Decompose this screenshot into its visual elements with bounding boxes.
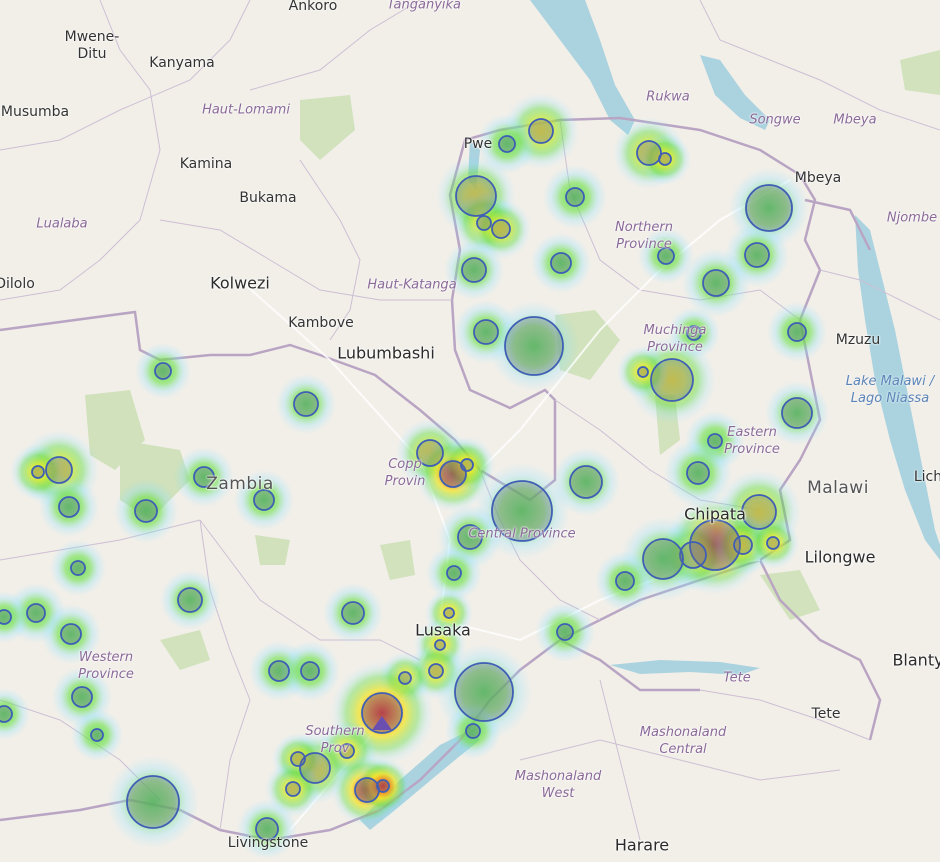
location-marker[interactable] — [465, 723, 481, 739]
location-marker[interactable] — [781, 397, 813, 429]
location-marker[interactable] — [443, 607, 455, 619]
location-marker[interactable] — [58, 496, 80, 518]
location-marker[interactable] — [457, 524, 483, 550]
location-marker[interactable] — [550, 252, 572, 274]
location-marker[interactable] — [658, 152, 672, 166]
location-marker[interactable] — [615, 571, 635, 591]
location-marker[interactable] — [476, 215, 492, 231]
location-marker[interactable] — [637, 366, 649, 378]
location-marker[interactable] — [376, 779, 390, 793]
location-marker[interactable] — [744, 242, 770, 268]
location-marker[interactable] — [491, 219, 511, 239]
location-marker[interactable] — [565, 187, 585, 207]
location-marker[interactable] — [686, 461, 710, 485]
location-marker[interactable] — [686, 325, 702, 341]
location-marker[interactable] — [741, 494, 777, 530]
location-marker[interactable] — [642, 538, 684, 580]
location-marker[interactable] — [253, 489, 275, 511]
location-marker[interactable] — [766, 536, 780, 550]
location-marker[interactable] — [416, 439, 444, 467]
location-marker[interactable] — [504, 316, 564, 376]
location-marker[interactable] — [31, 465, 45, 479]
location-marker[interactable] — [398, 671, 412, 685]
location-marker[interactable] — [90, 728, 104, 742]
location-marker[interactable] — [0, 705, 13, 723]
location-marker[interactable] — [60, 623, 82, 645]
location-marker[interactable] — [460, 458, 474, 472]
location-marker[interactable] — [255, 817, 279, 841]
location-marker[interactable] — [528, 118, 554, 144]
location-marker[interactable] — [300, 661, 320, 681]
location-marker[interactable] — [787, 322, 807, 342]
location-marker[interactable] — [45, 456, 73, 484]
location-marker[interactable] — [339, 743, 355, 759]
location-marker[interactable] — [454, 662, 514, 722]
location-marker[interactable] — [285, 781, 301, 797]
map-canvas[interactable]: Mwene- Ditu Kanyama Ankoro Tanganyika Mu… — [0, 0, 940, 862]
location-marker[interactable] — [745, 184, 793, 232]
location-marker[interactable] — [341, 601, 365, 625]
location-marker[interactable] — [556, 623, 574, 641]
location-marker[interactable] — [177, 587, 203, 613]
heatmap-layer — [0, 93, 829, 859]
location-marker[interactable] — [70, 560, 86, 576]
location-marker[interactable] — [134, 499, 158, 523]
location-marker[interactable] — [71, 686, 93, 708]
location-marker[interactable] — [193, 466, 215, 488]
location-marker[interactable] — [461, 257, 487, 283]
location-marker[interactable] — [154, 362, 172, 380]
location-marker[interactable] — [650, 358, 694, 402]
location-marker[interactable] — [733, 535, 753, 555]
location-marker[interactable] — [428, 663, 444, 679]
location-marker[interactable] — [498, 135, 516, 153]
location-marker[interactable] — [707, 433, 723, 449]
location-marker[interactable] — [26, 603, 46, 623]
location-marker[interactable] — [569, 465, 603, 499]
location-marker[interactable] — [702, 269, 730, 297]
location-marker[interactable] — [354, 777, 380, 803]
location-marker[interactable] — [290, 751, 306, 767]
location-marker[interactable] — [293, 391, 319, 417]
location-marker[interactable] — [491, 480, 553, 542]
location-marker[interactable] — [0, 609, 12, 625]
location-marker[interactable] — [268, 660, 290, 682]
location-marker[interactable] — [126, 775, 180, 829]
location-marker[interactable] — [473, 319, 499, 345]
location-marker[interactable] — [446, 565, 462, 581]
location-marker[interactable] — [455, 175, 497, 217]
location-marker[interactable] — [434, 639, 446, 651]
location-marker[interactable] — [679, 541, 707, 569]
location-marker[interactable] — [657, 247, 675, 265]
location-marker[interactable] — [636, 140, 662, 166]
